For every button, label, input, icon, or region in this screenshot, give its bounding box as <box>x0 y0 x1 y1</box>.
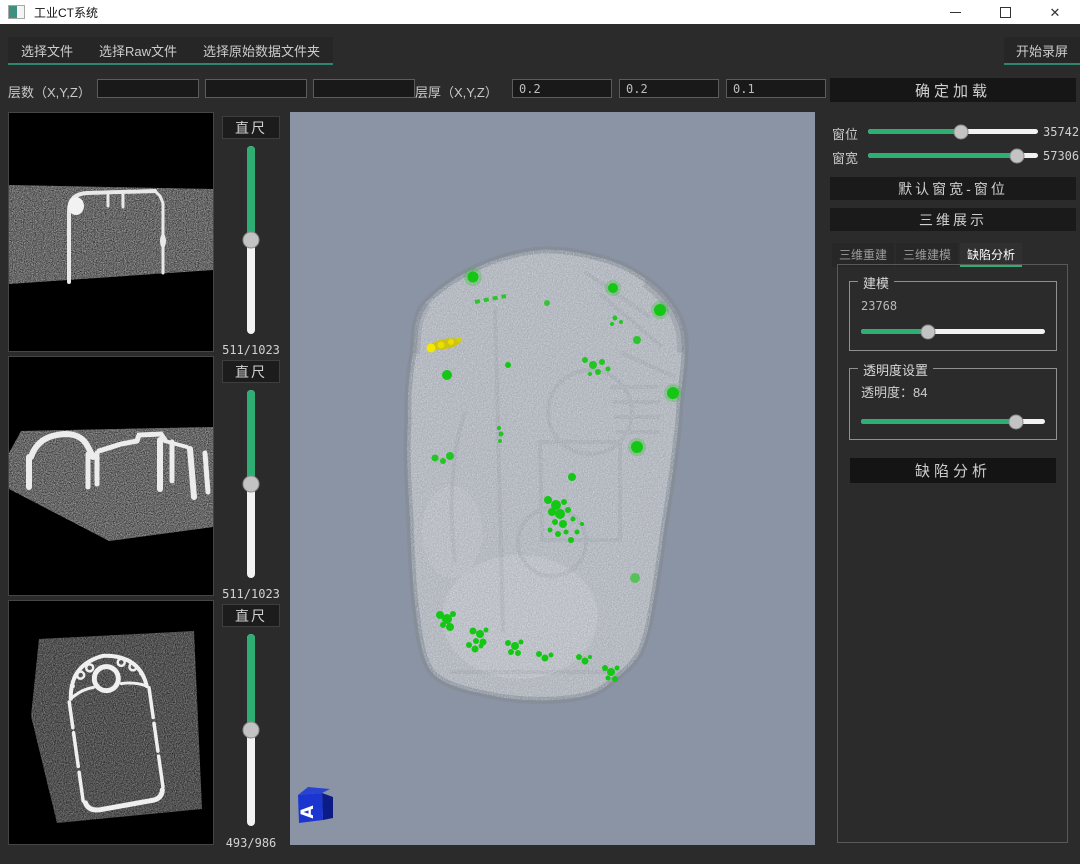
slice-slider-column-top: 直尺 511/1023 <box>216 112 286 356</box>
3d-viewport[interactable]: A <box>290 112 815 845</box>
slice-slider-bottom[interactable] <box>247 634 255 826</box>
modeling-group-title: 建模 <box>858 273 894 292</box>
slice-position-middle: 511/1023 <box>216 587 286 601</box>
slider-fill <box>861 419 1016 424</box>
opacity-value-label: 透明度：84 <box>861 382 927 401</box>
maximize-button[interactable] <box>980 0 1030 24</box>
start-recording-button[interactable]: 开始录屏 <box>1004 37 1080 65</box>
slider-fill <box>868 153 1017 158</box>
thickness-y-input[interactable] <box>619 79 719 98</box>
layers-label: 层数（X,Y,Z） <box>8 82 91 101</box>
thickness-z-input[interactable] <box>726 79 826 98</box>
modeling-slider[interactable] <box>861 329 1045 334</box>
slice-position-top: 511/1023 <box>216 343 286 357</box>
ct-slice-view-top <box>8 112 214 352</box>
run-defect-analysis-button[interactable]: 缺陷分析 <box>850 458 1056 483</box>
opacity-groupbox: 透明度设置 <box>849 368 1057 440</box>
window-width-value: 57306 <box>1043 149 1079 163</box>
ruler-button-middle[interactable]: 直尺 <box>222 360 280 383</box>
app-icon <box>8 5 25 19</box>
confirm-load-button[interactable]: 确定加载 <box>830 78 1076 102</box>
modeling-groupbox: 建模 <box>849 281 1057 351</box>
maximize-icon <box>1000 7 1011 18</box>
ruler-button-top[interactable]: 直尺 <box>222 116 280 139</box>
slice-slider-column-bottom: 直尺 493/986 <box>216 600 286 850</box>
title-bar: 工业CT系统 ✕ <box>0 0 1080 24</box>
window-width-label: 窗宽 <box>832 148 858 167</box>
orientation-cube: A <box>298 787 333 823</box>
close-button[interactable]: ✕ <box>1030 0 1080 24</box>
show-3d-button[interactable]: 三维展示 <box>830 208 1076 231</box>
select-file-button[interactable]: 选择文件 <box>8 37 86 63</box>
slider-fill <box>247 146 255 240</box>
slice-slider-column-middle: 直尺 511/1023 <box>216 356 286 600</box>
slice-slider-middle[interactable] <box>247 390 255 578</box>
opacity-slider[interactable] <box>861 419 1045 424</box>
window-level-slider[interactable] <box>868 129 1038 134</box>
window-controls: ✕ <box>930 0 1080 24</box>
slice-slider-top[interactable] <box>247 146 255 334</box>
slider-handle[interactable] <box>1008 414 1023 429</box>
parameters-row: 层数（X,Y,Z） 层厚（X,Y,Z） 确定加载 <box>0 76 1080 106</box>
window-title: 工业CT系统 <box>34 4 98 21</box>
select-raw-data-folder-button[interactable]: 选择原始数据文件夹 <box>190 37 333 63</box>
slider-handle[interactable] <box>243 475 260 492</box>
select-raw-file-button[interactable]: 选择Raw文件 <box>86 37 190 63</box>
slider-fill <box>868 129 961 134</box>
close-icon: ✕ <box>1050 6 1061 19</box>
layers-z-input[interactable] <box>313 79 415 98</box>
slider-fill <box>861 329 928 334</box>
ct-slice-view-bottom <box>8 600 214 845</box>
layers-x-input[interactable] <box>97 79 199 98</box>
slider-fill <box>247 390 255 484</box>
default-ww-wl-button[interactable]: 默认窗宽-窗位 <box>830 177 1076 200</box>
slider-handle[interactable] <box>243 231 260 248</box>
layers-y-input[interactable] <box>205 79 307 98</box>
modeling-value: 23768 <box>861 299 897 313</box>
window-level-label: 窗位 <box>832 124 858 143</box>
slider-handle[interactable] <box>1009 148 1024 163</box>
orientation-cube-letter: A <box>298 805 318 819</box>
thickness-label: 层厚（X,Y,Z） <box>415 82 498 101</box>
slider-handle[interactable] <box>953 124 968 139</box>
minimize-icon <box>950 12 961 13</box>
window-level-value: 35742 <box>1043 125 1079 139</box>
minimize-button[interactable] <box>930 0 980 24</box>
file-button-group: 选择文件 选择Raw文件 选择原始数据文件夹 <box>8 37 333 65</box>
opacity-group-title: 透明度设置 <box>858 360 933 379</box>
slider-handle[interactable] <box>243 722 260 739</box>
ct-slice-view-middle <box>8 356 214 596</box>
window-width-slider[interactable] <box>868 153 1038 158</box>
slider-fill <box>247 634 255 730</box>
toolbar: 选择文件 选择Raw文件 选择原始数据文件夹 开始录屏 <box>0 24 1080 66</box>
thickness-x-input[interactable] <box>512 79 612 98</box>
slice-position-bottom: 493/986 <box>216 836 286 850</box>
slider-handle[interactable] <box>920 324 935 339</box>
ruler-button-bottom[interactable]: 直尺 <box>222 604 280 627</box>
